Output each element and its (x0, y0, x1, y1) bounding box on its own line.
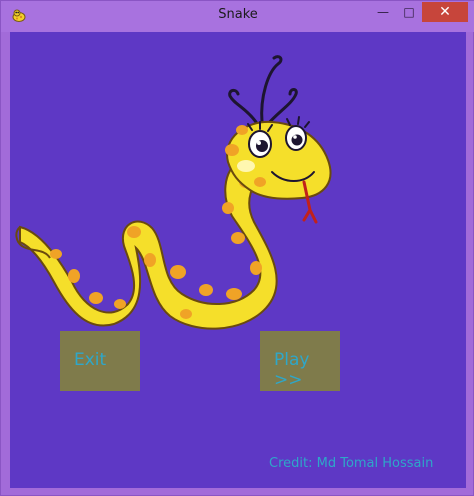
credit-text: Credit: Md Tomal Hossain (269, 456, 434, 471)
close-button[interactable]: ✕ (422, 2, 468, 22)
play-button[interactable]: Play >> (260, 331, 340, 391)
app-window: Snake — □ ✕ Exit Play >> Credit: Md Toma… (0, 0, 474, 496)
maximize-button[interactable]: □ (396, 2, 422, 22)
maximize-icon: □ (403, 5, 415, 19)
snake-cheek (237, 160, 255, 172)
exit-button[interactable]: Exit (60, 331, 140, 391)
snake-antennae (228, 55, 298, 126)
snake-body (19, 158, 278, 330)
close-icon: ✕ (439, 4, 451, 20)
minimize-button[interactable]: — (370, 2, 396, 22)
game-canvas: Exit Play >> Credit: Md Tomal Hossain (10, 32, 466, 488)
minimize-icon: — (377, 5, 389, 19)
title-bar[interactable]: Snake — □ ✕ (1, 1, 474, 32)
snake-illustration (15, 55, 332, 330)
